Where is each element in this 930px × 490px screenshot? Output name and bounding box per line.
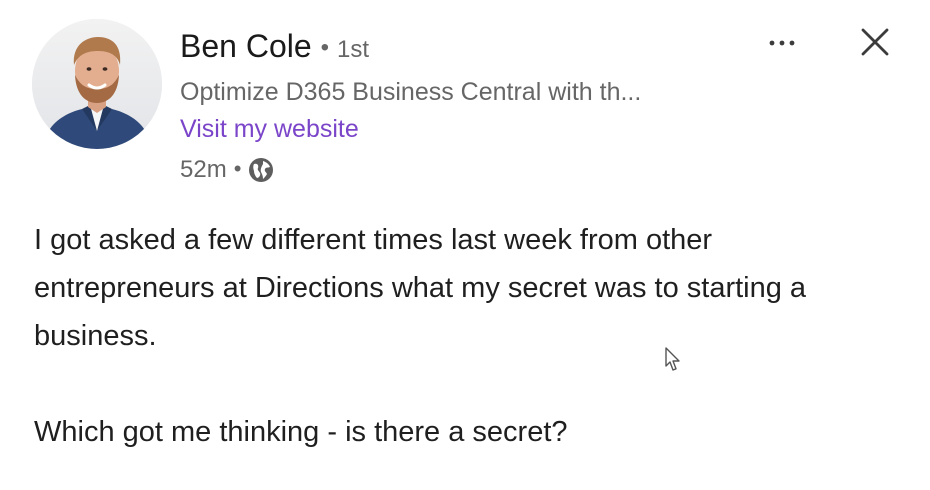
meta-separator: • xyxy=(233,156,242,181)
degree-separator: • xyxy=(320,34,330,61)
post-meta: 52m • xyxy=(180,156,274,184)
globe-icon xyxy=(248,157,274,183)
visit-website-link[interactable]: Visit my website xyxy=(180,115,359,144)
avatar-photo xyxy=(32,19,162,149)
author-name[interactable]: Ben Cole xyxy=(180,28,312,65)
connection-degree: 1st xyxy=(337,36,370,63)
more-horizontal-icon xyxy=(769,40,795,46)
post-paragraph: Which got me thinking - is there a secre… xyxy=(34,416,568,448)
post-body: I got asked a few different times last w… xyxy=(34,216,894,456)
author-name-row: Ben Cole • 1st xyxy=(180,28,369,65)
post-timestamp: 52m xyxy=(180,156,227,183)
close-button[interactable] xyxy=(858,25,892,59)
close-icon xyxy=(861,28,889,56)
post-card: Ben Cole • 1st Optimize D365 Business Ce… xyxy=(0,0,930,490)
avatar[interactable] xyxy=(32,19,162,149)
more-options-button[interactable] xyxy=(766,28,798,58)
post-paragraph: I got asked a few different times last w… xyxy=(34,224,807,352)
author-headline: Optimize D365 Business Central with th..… xyxy=(180,78,642,106)
